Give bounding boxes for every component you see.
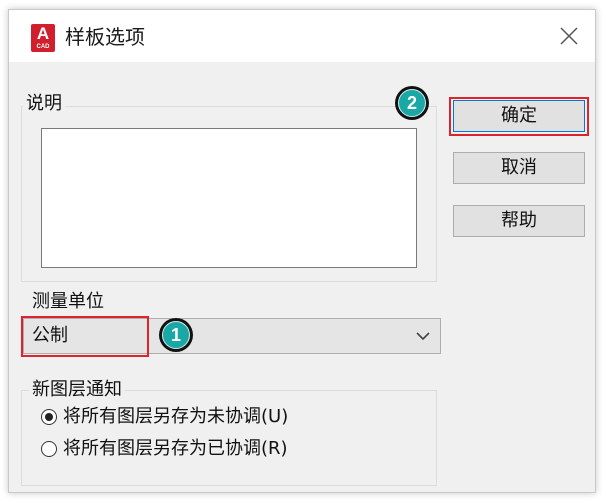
- annotation-badge-1: 1: [159, 318, 193, 352]
- title-bar: A CAD 样板选项: [9, 10, 595, 62]
- radio-indicator: [41, 441, 57, 457]
- description-label: 说明: [23, 92, 65, 116]
- close-icon: [560, 27, 578, 45]
- radio-save-reconciled[interactable]: 将所有图层另存为已协调(R): [41, 438, 421, 462]
- chevron-down-icon: [416, 332, 430, 341]
- description-textarea[interactable]: [41, 128, 417, 268]
- help-button[interactable]: 帮助: [453, 205, 585, 237]
- annotation-badge-2: 2: [395, 86, 429, 120]
- new-layer-notification-label: 新图层通知: [29, 378, 125, 402]
- autocad-app-icon: A CAD: [31, 24, 55, 52]
- measurement-label: 测量单位: [32, 291, 104, 312]
- dialog-body: 说明 确定 取消 帮助 2 测量单位 公制 1 新图层通知 将所有图层另存为未协: [9, 62, 595, 492]
- radio-save-unreconciled[interactable]: 将所有图层另存为未协调(U): [41, 406, 421, 430]
- cancel-button[interactable]: 取消: [453, 152, 585, 184]
- measurement-value-highlight: [21, 316, 149, 357]
- template-options-dialog: A CAD 样板选项 说明 确定 取消 帮助 2 测量单位 公制 1 新图层通知…: [8, 9, 596, 493]
- radio-label: 将所有图层另存为未协调(U): [63, 406, 289, 427]
- radio-label: 将所有图层另存为已协调(R): [63, 438, 288, 459]
- close-button[interactable]: [557, 24, 581, 48]
- radio-indicator: [41, 409, 57, 425]
- ok-button-highlight: [449, 97, 589, 136]
- dialog-title: 样板选项: [65, 25, 145, 49]
